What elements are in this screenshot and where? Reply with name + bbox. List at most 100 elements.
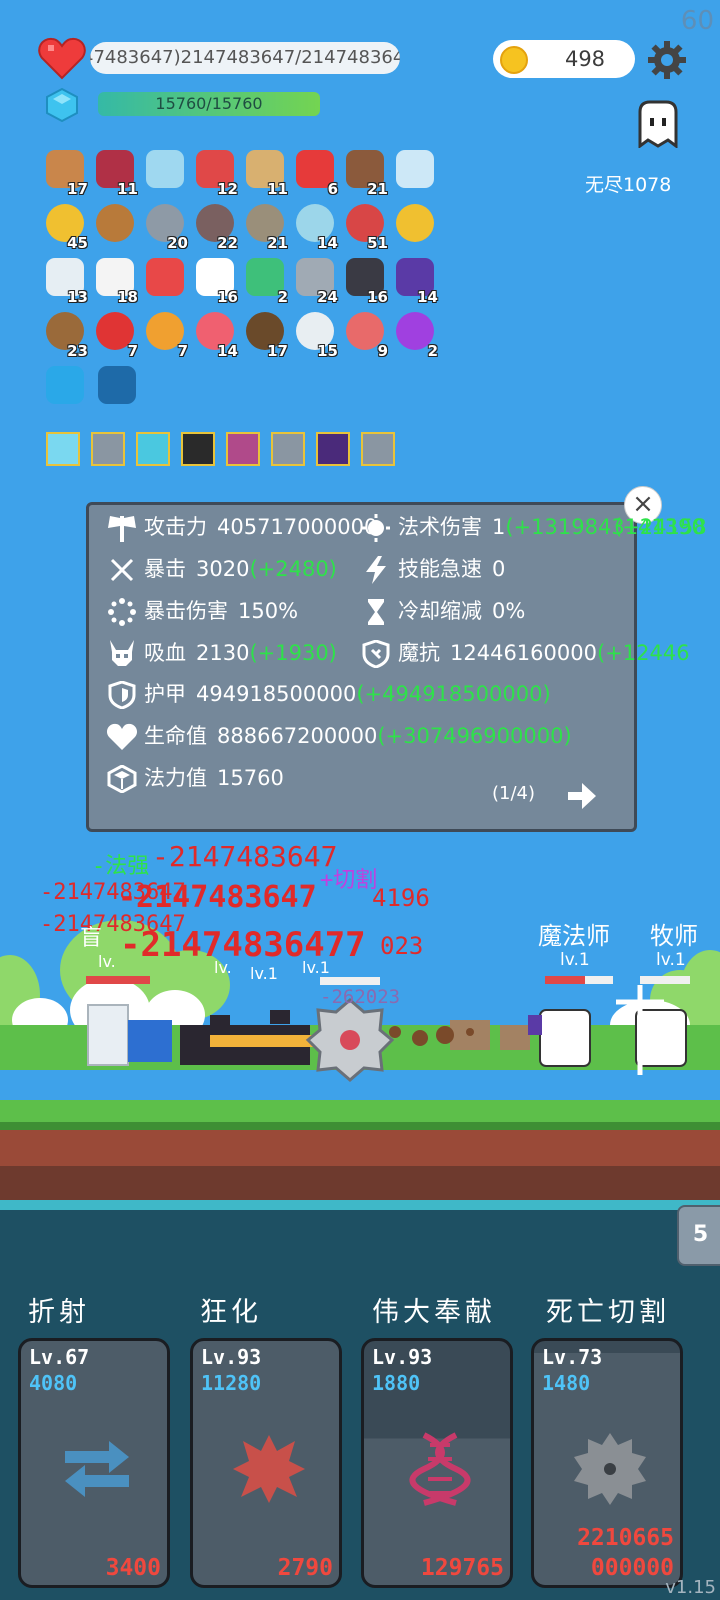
dark-face-icon[interactable] bbox=[181, 432, 215, 466]
item-sprite bbox=[146, 258, 184, 296]
green-idol-icon[interactable]: 2 bbox=[242, 254, 288, 306]
damage-text: +切割 bbox=[320, 868, 378, 893]
stats-page-indicator: (1/4) bbox=[492, 783, 536, 804]
void-crystal-icon[interactable] bbox=[316, 432, 350, 466]
hook-icon[interactable]: 9 bbox=[342, 308, 388, 360]
crossbow-icon[interactable]: 23 bbox=[42, 308, 88, 360]
ground bbox=[0, 1100, 720, 1200]
item-count: 14 bbox=[417, 288, 438, 306]
skill-cost: 2210665 000000 bbox=[577, 1525, 674, 1581]
equipment-bar bbox=[46, 432, 406, 466]
next-page-arrow-icon[interactable] bbox=[566, 780, 598, 812]
ghost-icon[interactable]: 16 bbox=[192, 254, 238, 306]
skill-card-death-cut[interactable]: Lv.73 1480 2210665 000000 bbox=[531, 1338, 683, 1588]
shield-ring-icon[interactable]: 17 bbox=[42, 146, 88, 198]
bone-ring-icon[interactable] bbox=[392, 146, 438, 194]
meteor-icon[interactable]: 21 bbox=[242, 200, 288, 252]
item-count: 51 bbox=[367, 234, 388, 252]
item-count: 16 bbox=[367, 288, 388, 306]
skill-level: Lv.93 bbox=[201, 1345, 262, 1369]
inventory-row: 45 20 22 21 14 51 bbox=[42, 200, 442, 254]
inventory-grid: 17 11 12 11 6 21 45 20 22 21 14 51 13 18 16 2 24 16 14 23 7 7… bbox=[42, 146, 442, 416]
ghost-button-icon[interactable] bbox=[632, 100, 684, 148]
pill-icon[interactable]: 14 bbox=[192, 308, 238, 360]
lightning-icon bbox=[366, 556, 386, 584]
stat-crit: 暴击 3020(+2480) bbox=[106, 554, 337, 584]
red-shield-icon[interactable]: 51 bbox=[342, 200, 388, 252]
item-count: 21 bbox=[367, 180, 388, 198]
skill-title: 狂化 bbox=[200, 1297, 262, 1328]
shield-icon bbox=[108, 681, 136, 709]
stat-magic-resist: 魔抗 12446160000(+12446 bbox=[360, 638, 690, 668]
crit-ring-icon bbox=[108, 598, 136, 626]
jam-jar-icon[interactable]: 11 bbox=[92, 146, 138, 198]
stat-health: 生命值 888667200000(+307496900000) bbox=[106, 721, 572, 751]
item-count: 2 bbox=[277, 288, 288, 306]
sword-icon[interactable]: 11 bbox=[242, 146, 288, 198]
iron-armor-icon[interactable] bbox=[91, 432, 125, 466]
damage-text: -262023 bbox=[320, 986, 401, 1008]
heart-outline-icon bbox=[106, 723, 138, 750]
water-line bbox=[0, 1200, 720, 1210]
strawberry-icon[interactable]: 6 bbox=[292, 146, 338, 198]
item-count: 45 bbox=[67, 234, 88, 252]
inventory-row: 23 7 7 14 17 15 9 2 bbox=[42, 308, 442, 362]
skill-card-berserk[interactable]: Lv.93 11280 2790 bbox=[190, 1338, 342, 1588]
light-rune-icon[interactable] bbox=[46, 432, 80, 466]
watermelon-icon[interactable]: 12 bbox=[192, 146, 238, 198]
moon-orb-icon[interactable]: 14 bbox=[292, 200, 338, 252]
magnifier-icon[interactable] bbox=[142, 146, 188, 194]
book-icon[interactable]: 7 bbox=[142, 308, 188, 360]
sunflower-icon[interactable]: 45 bbox=[42, 200, 88, 252]
magic-orb-icon[interactable]: 2 bbox=[392, 308, 438, 360]
skill-card-devotion[interactable]: Lv.93 1880 129765 bbox=[361, 1338, 513, 1588]
skill-cost: 2790 bbox=[277, 1555, 333, 1581]
skill-level: Lv.67 bbox=[29, 1345, 90, 1369]
inventory-row: 17 11 12 11 6 21 bbox=[42, 146, 442, 200]
speech-bubble-icon[interactable] bbox=[94, 362, 142, 410]
dna-icon bbox=[409, 1432, 471, 1506]
envelope-icon[interactable]: 15 bbox=[292, 308, 338, 360]
spiked-ball-icon[interactable]: 20 bbox=[142, 200, 188, 252]
dice-icon[interactable]: 18 bbox=[92, 254, 138, 306]
ice-crystal-icon[interactable] bbox=[136, 432, 170, 466]
enemy-name: 牧师 bbox=[650, 922, 698, 950]
skill-mana: 1880 bbox=[372, 1371, 421, 1395]
chocolate-icon[interactable]: 21 bbox=[342, 146, 388, 198]
sun-icon bbox=[362, 514, 390, 542]
pink-tome-icon[interactable] bbox=[226, 432, 260, 466]
stat-armor: 护甲 494918500000(+494918500000) bbox=[106, 679, 551, 709]
blue-gem-icon[interactable] bbox=[42, 362, 90, 410]
damage-text: -法强 bbox=[92, 854, 150, 879]
steel-armor-icon[interactable] bbox=[271, 432, 305, 466]
gear-icon[interactable] bbox=[647, 40, 687, 80]
item-count: 14 bbox=[217, 342, 238, 360]
skill-cost: 3400 bbox=[105, 1555, 161, 1581]
splat-icon bbox=[233, 1435, 305, 1503]
skill-mana: 11280 bbox=[201, 1371, 262, 1395]
gold-ring-icon[interactable] bbox=[392, 200, 438, 248]
item-count: 7 bbox=[177, 342, 188, 360]
item-count: 7 bbox=[127, 342, 138, 360]
item-sprite bbox=[46, 366, 84, 404]
skill-level: Lv.93 bbox=[372, 1345, 433, 1369]
elephant-icon[interactable]: 24 bbox=[292, 254, 338, 306]
side-count-button[interactable]: 5 bbox=[677, 1205, 720, 1266]
skill-card-refraction[interactable]: Lv.67 4080 3400 bbox=[18, 1338, 170, 1588]
crystal-ball-icon[interactable]: 13 bbox=[42, 254, 88, 306]
enemy-level: lv.1 bbox=[656, 950, 686, 970]
coconut-icon[interactable]: 17 bbox=[242, 308, 288, 360]
item-count: 11 bbox=[267, 180, 288, 198]
cauldron-icon[interactable]: 16 bbox=[342, 254, 388, 306]
treasure-chest-icon[interactable] bbox=[92, 200, 138, 248]
stat-magic-damage-overflow: (+24158 bbox=[614, 515, 707, 539]
purple-hat-icon[interactable]: 14 bbox=[392, 254, 438, 306]
hearts-icon[interactable] bbox=[142, 254, 188, 302]
mana-text: 15760/15760 bbox=[155, 94, 263, 113]
blade-icon[interactable] bbox=[361, 432, 395, 466]
tombstone-icon[interactable]: 22 bbox=[192, 200, 238, 252]
apple-icon[interactable]: 7 bbox=[92, 308, 138, 360]
skill-cost: 129765 bbox=[420, 1555, 504, 1581]
skill-mana: 4080 bbox=[29, 1371, 78, 1395]
item-count: 15 bbox=[317, 342, 338, 360]
